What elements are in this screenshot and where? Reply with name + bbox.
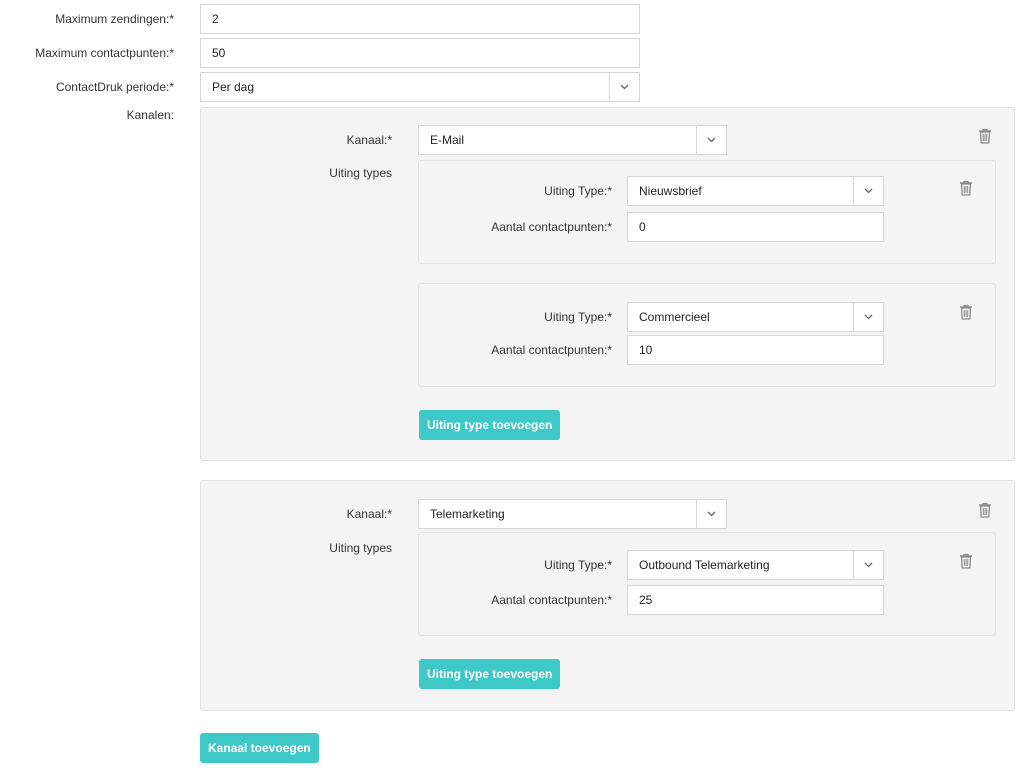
uiting-type-label: Uiting Type:* [544,184,612,198]
uiting-types-label: Uiting types [329,541,392,555]
kanalen-label: Kanalen: [126,108,174,122]
uiting-type-label: Uiting Type:* [544,558,612,572]
kanaal-label: Kanaal:* [346,133,392,147]
max-contactpunten-label: Maximum contactpunten:* [35,46,174,60]
uiting-type-label: Uiting Type:* [544,310,612,324]
add-uiting-type-button[interactable]: Uiting type toevoegen [419,659,561,689]
chevron-down-icon [707,137,716,143]
kanaal-value: E-Mail [430,133,465,147]
uiting-type-value: Nieuwsbrief [639,184,702,198]
uiting-types-label: Uiting types [329,166,392,180]
kanaal-value: Telemarketing [430,507,505,521]
kanaal-label: Kanaal:* [346,507,392,521]
max-zendingen-input[interactable]: 2 [200,4,640,34]
aantal-contactpunten-label: Aantal contactpunten:* [491,343,612,357]
chevron-down-icon [707,511,716,517]
add-kanaal-button[interactable]: Kanaal toevoegen [200,733,319,763]
periode-select[interactable]: Per dag [200,72,640,102]
aantal-contactpunten-input[interactable]: 25 [627,585,884,615]
periode-value: Per dag [212,80,255,94]
kanaal-select[interactable]: E-Mail [418,125,727,155]
uiting-panel [418,532,996,636]
trash-icon[interactable] [959,553,973,569]
trash-icon[interactable] [959,304,973,320]
trash-icon[interactable] [978,128,992,144]
uiting-type-select[interactable]: Commercieel [627,302,884,332]
periode-label: ContactDruk periode:* [55,80,174,94]
max-contactpunten-input[interactable]: 50 [200,38,640,68]
chevron-down-icon [864,314,873,320]
kanaal-select[interactable]: Telemarketing [418,499,727,529]
max-zendingen-label: Maximum zendingen:* [55,12,174,26]
chevron-down-icon [620,84,629,90]
aantal-contactpunten-input[interactable]: 10 [627,335,884,365]
uiting-type-value: Outbound Telemarketing [639,558,770,572]
chevron-down-icon [864,188,873,194]
uiting-type-select[interactable]: Outbound Telemarketing [627,550,884,580]
uiting-type-select[interactable]: Nieuwsbrief [627,176,884,206]
aantal-contactpunten-label: Aantal contactpunten:* [491,593,612,607]
trash-icon[interactable] [959,180,973,196]
add-uiting-type-button[interactable]: Uiting type toevoegen [419,410,561,440]
aantal-contactpunten-label: Aantal contactpunten:* [491,220,612,234]
trash-icon[interactable] [978,502,992,518]
chevron-down-icon [864,562,873,568]
aantal-contactpunten-input[interactable]: 0 [627,212,884,242]
uiting-type-value: Commercieel [639,310,710,324]
